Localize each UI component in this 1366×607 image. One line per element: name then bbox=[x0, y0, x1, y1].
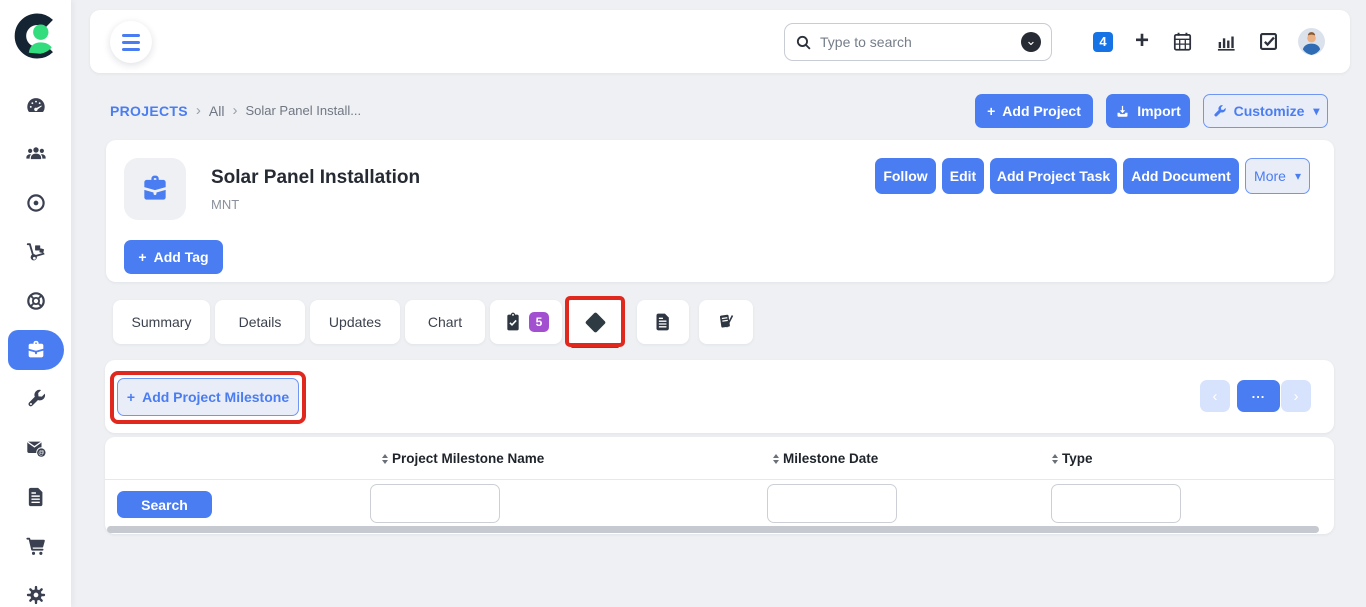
sidebar-item-email[interactable]: @ bbox=[0, 426, 71, 470]
briefcase-icon bbox=[139, 173, 171, 205]
customize-button[interactable]: Customize ▾ bbox=[1203, 94, 1328, 128]
add-tag-button[interactable]: + Add Tag bbox=[124, 240, 223, 274]
notifications-count-badge[interactable]: 4 bbox=[1093, 32, 1113, 52]
horizontal-scrollbar[interactable] bbox=[107, 526, 1319, 533]
users-icon bbox=[25, 143, 47, 165]
milestone-diamond-icon bbox=[584, 311, 605, 332]
sidebar-item-contacts[interactable] bbox=[0, 132, 71, 176]
more-button[interactable]: More ▾ bbox=[1245, 158, 1310, 194]
tab-chart[interactable]: Chart bbox=[405, 300, 485, 344]
tasks-count-badge: 5 bbox=[529, 312, 549, 332]
plus-icon: + bbox=[987, 103, 995, 119]
calendar-icon[interactable] bbox=[1172, 31, 1193, 57]
sidebar-item-tools[interactable] bbox=[0, 377, 71, 421]
pagination-more-button[interactable]: ... bbox=[1237, 380, 1280, 412]
tab-project-tasks[interactable]: 5 bbox=[490, 300, 562, 344]
add-project-task-button[interactable]: Add Project Task bbox=[990, 158, 1117, 194]
sidebar-item-dashboard[interactable] bbox=[0, 83, 71, 127]
pagination-next-button[interactable]: › bbox=[1281, 380, 1311, 412]
tab-details[interactable]: Details bbox=[215, 300, 305, 344]
sort-icon bbox=[382, 454, 388, 464]
file-invoice-icon bbox=[25, 486, 47, 508]
caret-down-icon: ▾ bbox=[1295, 169, 1301, 183]
plus-icon: + bbox=[138, 249, 146, 265]
sidebar-item-support[interactable] bbox=[0, 279, 71, 323]
sidebar-item-invoices[interactable] bbox=[0, 475, 71, 519]
column-header-type[interactable]: Type bbox=[1052, 451, 1093, 466]
signature-icon bbox=[716, 312, 736, 332]
project-code: MNT bbox=[211, 197, 239, 212]
add-project-button[interactable]: + Add Project bbox=[975, 94, 1093, 128]
import-button[interactable]: Import bbox=[1106, 94, 1190, 128]
active-tab-underline bbox=[571, 345, 619, 348]
target-icon bbox=[25, 192, 47, 214]
app-root: @ bbox=[0, 0, 1366, 607]
breadcrumb-projects[interactable]: PROJECTS bbox=[110, 103, 188, 119]
file-lines-icon bbox=[653, 312, 673, 332]
wrench-icon bbox=[25, 388, 47, 410]
breadcrumb-all[interactable]: All bbox=[209, 103, 225, 119]
dolly-icon bbox=[25, 241, 47, 263]
search-scope-dropdown[interactable]: ⌄ bbox=[1021, 32, 1041, 52]
page-title: Solar Panel Installation bbox=[211, 167, 420, 189]
app-logo[interactable] bbox=[13, 13, 59, 59]
edit-button[interactable]: Edit bbox=[942, 158, 984, 194]
tasks-check-icon[interactable] bbox=[1258, 31, 1279, 57]
breadcrumb: PROJECTS › All › Solar Panel Install... bbox=[110, 102, 361, 119]
sort-icon bbox=[773, 454, 779, 464]
sidebar-item-inventory[interactable] bbox=[0, 230, 71, 274]
follow-button[interactable]: Follow bbox=[875, 158, 936, 194]
table-header-divider bbox=[105, 479, 1334, 480]
cart-icon bbox=[25, 535, 47, 557]
clipboard-check-icon bbox=[503, 312, 523, 332]
download-icon bbox=[1115, 104, 1130, 119]
column-header-milestone-name[interactable]: Project Milestone Name bbox=[382, 451, 544, 466]
project-avatar-tile bbox=[124, 158, 186, 220]
wrench-icon bbox=[1212, 104, 1227, 119]
sidebar-item-projects[interactable] bbox=[0, 328, 71, 372]
column-header-milestone-date[interactable]: Milestone Date bbox=[773, 451, 878, 466]
plus-icon: + bbox=[127, 389, 135, 405]
briefcase-icon bbox=[25, 339, 47, 361]
menu-toggle-button[interactable] bbox=[110, 21, 152, 63]
add-document-button[interactable]: Add Document bbox=[1123, 158, 1239, 194]
breadcrumb-separator: › bbox=[196, 102, 201, 119]
tab-updates[interactable]: Updates bbox=[310, 300, 400, 344]
filter-input-type[interactable] bbox=[1051, 484, 1181, 523]
filter-input-milestone-date[interactable] bbox=[767, 484, 897, 523]
search-input[interactable] bbox=[820, 34, 1021, 50]
sidebar-item-settings[interactable] bbox=[0, 573, 71, 607]
breadcrumb-separator: › bbox=[232, 102, 237, 119]
tab-project-milestones[interactable] bbox=[567, 299, 623, 345]
table-search-button[interactable]: Search bbox=[117, 491, 212, 518]
mail-at-icon: @ bbox=[25, 437, 47, 459]
svg-text:@: @ bbox=[38, 451, 44, 457]
tab-notes[interactable] bbox=[637, 300, 689, 344]
quick-add-icon[interactable]: + bbox=[1135, 27, 1149, 55]
life-ring-icon bbox=[25, 290, 47, 312]
sidebar-item-targets[interactable] bbox=[0, 181, 71, 225]
gear-icon bbox=[25, 584, 47, 606]
search-icon bbox=[795, 34, 812, 51]
topbar bbox=[90, 10, 1350, 73]
pagination-prev-button[interactable]: ‹ bbox=[1200, 380, 1230, 412]
caret-down-icon: ▾ bbox=[1313, 104, 1319, 118]
sort-icon bbox=[1052, 454, 1058, 464]
user-avatar[interactable] bbox=[1298, 28, 1325, 60]
hamburger-icon bbox=[122, 34, 140, 37]
add-project-milestone-button[interactable]: + Add Project Milestone bbox=[117, 378, 299, 416]
breadcrumb-current: Solar Panel Install... bbox=[245, 103, 361, 118]
reports-chart-icon[interactable] bbox=[1215, 31, 1237, 58]
filter-input-milestone-name[interactable] bbox=[370, 484, 500, 523]
global-search: ⌄ bbox=[784, 23, 1052, 61]
tab-signature[interactable] bbox=[699, 300, 753, 344]
dashboard-icon bbox=[25, 94, 47, 116]
sidebar: @ bbox=[0, 0, 71, 607]
tab-summary[interactable]: Summary bbox=[113, 300, 210, 344]
sidebar-item-orders[interactable] bbox=[0, 524, 71, 568]
